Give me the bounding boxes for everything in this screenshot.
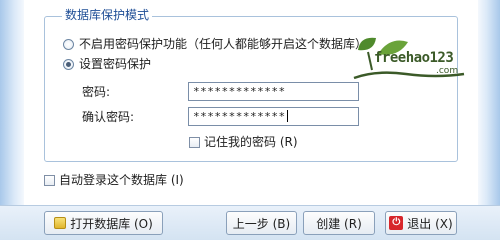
no-password-label: 不启用密码保护功能（任何人都能够开启这个数据库） (79, 37, 368, 51)
window-frame-left (0, 0, 24, 205)
window-frame-right (478, 0, 500, 205)
confirm-password-field[interactable]: ************* (188, 107, 359, 126)
auto-login-label: 自动登录这个数据库 (I) (59, 173, 184, 187)
power-icon: ⏻ (389, 216, 404, 230)
confirm-password-label: 确认密码: (82, 110, 135, 124)
create-button[interactable]: 创建 (R) (303, 211, 375, 235)
folder-icon (54, 217, 67, 229)
watermark-domain: .com (436, 66, 459, 76)
password-value: ************* (193, 85, 286, 98)
set-password-radio[interactable] (63, 59, 74, 70)
open-database-button[interactable]: 打开数据库 (O) (44, 211, 163, 235)
no-password-radio[interactable] (63, 39, 74, 50)
watermark-brand: freehao123 (374, 50, 454, 66)
remember-password-label: 记住我的密码 (R) (204, 135, 298, 149)
create-label: 创建 (R) (316, 216, 362, 231)
password-label: 密码: (82, 85, 111, 99)
text-caret (286, 110, 288, 122)
confirm-password-value: ************* (193, 110, 286, 123)
back-label: 上一步 (B) (232, 216, 291, 231)
open-database-label: 打开数据库 (O) (70, 216, 153, 231)
password-field[interactable]: ************* (188, 82, 359, 101)
set-password-label: 设置密码保护 (79, 57, 152, 71)
exit-label: 退出 (X) (407, 216, 453, 231)
remember-password-checkbox[interactable] (189, 137, 200, 148)
exit-button[interactable]: ⏻ 退出 (X) (385, 211, 457, 235)
group-title: 数据库保护模式 (62, 8, 153, 22)
auto-login-checkbox[interactable] (44, 175, 55, 186)
back-button[interactable]: 上一步 (B) (226, 211, 297, 235)
